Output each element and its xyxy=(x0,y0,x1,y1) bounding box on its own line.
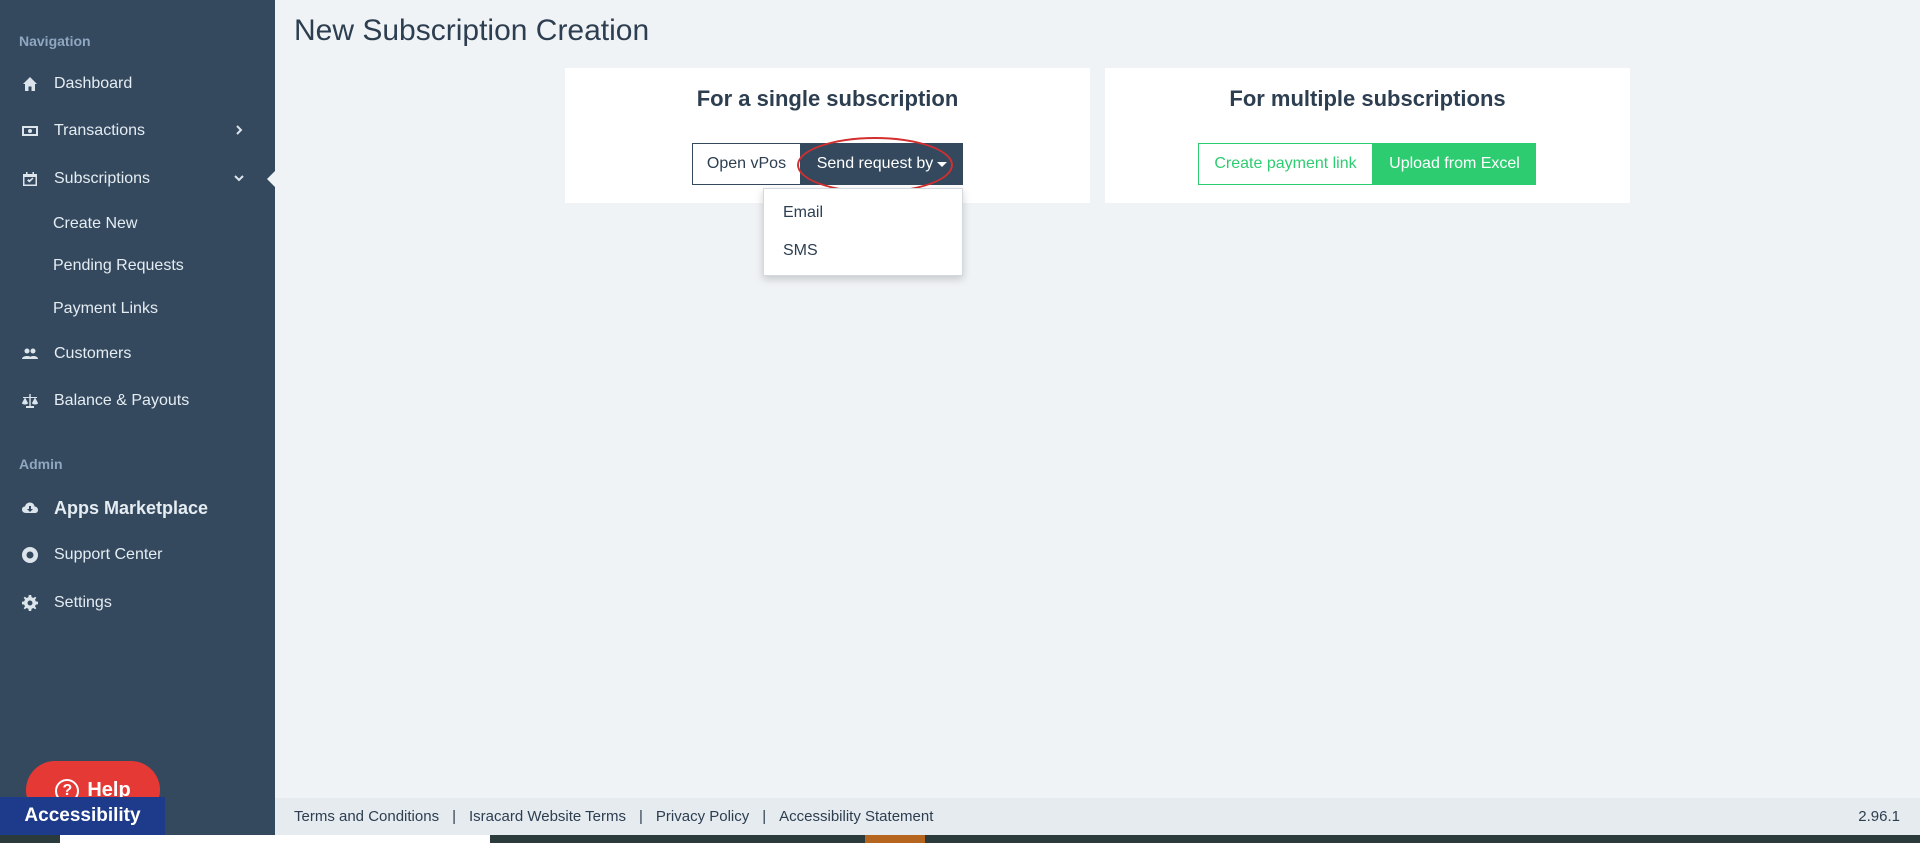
accessibility-button[interactable]: Accessibility xyxy=(0,797,165,835)
chevron-right-icon xyxy=(233,123,249,139)
sidebar-item-label: Support Center xyxy=(54,546,163,563)
taskbar-segment xyxy=(60,835,490,843)
sidebar-item-dashboard[interactable]: Dashboard xyxy=(0,64,275,104)
page-title: New Subscription Creation xyxy=(294,14,650,47)
money-icon xyxy=(21,122,39,140)
sidebar-item-label: Balance & Payouts xyxy=(54,392,190,409)
sidebar-item-label: Customers xyxy=(54,345,132,362)
sidebar-item-label: Apps Marketplace xyxy=(54,497,209,518)
taskbar-strip xyxy=(0,835,1920,843)
sidebar-item-label: Transactions xyxy=(54,122,145,139)
send-request-dropdown: Email SMS xyxy=(763,188,963,276)
create-payment-link-button[interactable]: Create payment link xyxy=(1198,143,1373,185)
taskbar-segment xyxy=(865,835,925,843)
footer-link-accessibility-statement[interactable]: Accessibility Statement xyxy=(779,808,933,825)
sidebar-item-apps-marketplace[interactable]: Apps Marketplace xyxy=(0,488,275,528)
upload-from-excel-button[interactable]: Upload from Excel xyxy=(1373,143,1536,185)
sidebar: Navigation Dashboard Transactions Subscr… xyxy=(0,0,275,837)
open-vpos-button[interactable]: Open vPos xyxy=(692,143,801,185)
nav-heading: Navigation xyxy=(19,33,91,49)
home-icon xyxy=(21,75,39,93)
sidebar-sub-create-new[interactable]: Create New xyxy=(53,215,137,233)
sidebar-item-label: Settings xyxy=(54,594,112,611)
footer-separator: | xyxy=(638,808,643,825)
footer-separator: | xyxy=(452,808,456,825)
cloud-download-icon xyxy=(21,499,39,517)
footer-link-terms[interactable]: Terms and Conditions xyxy=(294,808,439,825)
users-icon xyxy=(21,345,39,363)
sidebar-item-transactions[interactable]: Transactions xyxy=(0,111,275,151)
life-ring-icon xyxy=(21,546,39,564)
sidebar-sub-payment-links[interactable]: Payment Links xyxy=(53,300,158,318)
balance-scale-icon xyxy=(21,392,39,410)
sidebar-item-subscriptions[interactable]: Subscriptions xyxy=(0,159,275,199)
multi-card-title: For multiple subscriptions xyxy=(1229,86,1506,111)
dropdown-item-sms[interactable]: SMS xyxy=(783,242,818,260)
sidebar-item-label: Subscriptions xyxy=(54,170,151,187)
footer-separator: | xyxy=(762,808,767,825)
footer-link-privacy[interactable]: Privacy Policy xyxy=(656,808,749,825)
version-label: 2.96.1 xyxy=(1858,808,1900,825)
active-indicator xyxy=(267,170,276,188)
footer-link-isracard-terms[interactable]: Isracard Website Terms xyxy=(469,808,626,825)
sidebar-item-balance[interactable]: Balance & Payouts xyxy=(0,381,275,421)
chevron-down-icon xyxy=(233,171,249,187)
sidebar-item-support-center[interactable]: Support Center xyxy=(0,535,275,575)
sidebar-sub-pending-requests[interactable]: Pending Requests xyxy=(53,257,184,275)
gear-icon xyxy=(21,594,39,612)
footer: Terms and Conditions | Isracard Website … xyxy=(275,798,1920,835)
admin-heading: Admin xyxy=(19,456,63,472)
calendar-check-icon xyxy=(21,170,39,188)
sidebar-item-label: Dashboard xyxy=(54,75,133,92)
single-card-title: For a single subscription xyxy=(696,86,959,111)
dropdown-item-email[interactable]: Email xyxy=(783,204,823,222)
sidebar-item-customers[interactable]: Customers xyxy=(0,334,275,374)
send-request-by-button[interactable]: Send request by xyxy=(801,143,963,185)
sidebar-item-settings[interactable]: Settings xyxy=(0,583,275,623)
send-request-label: Send request by xyxy=(816,155,934,172)
caret-down-icon xyxy=(937,161,948,167)
